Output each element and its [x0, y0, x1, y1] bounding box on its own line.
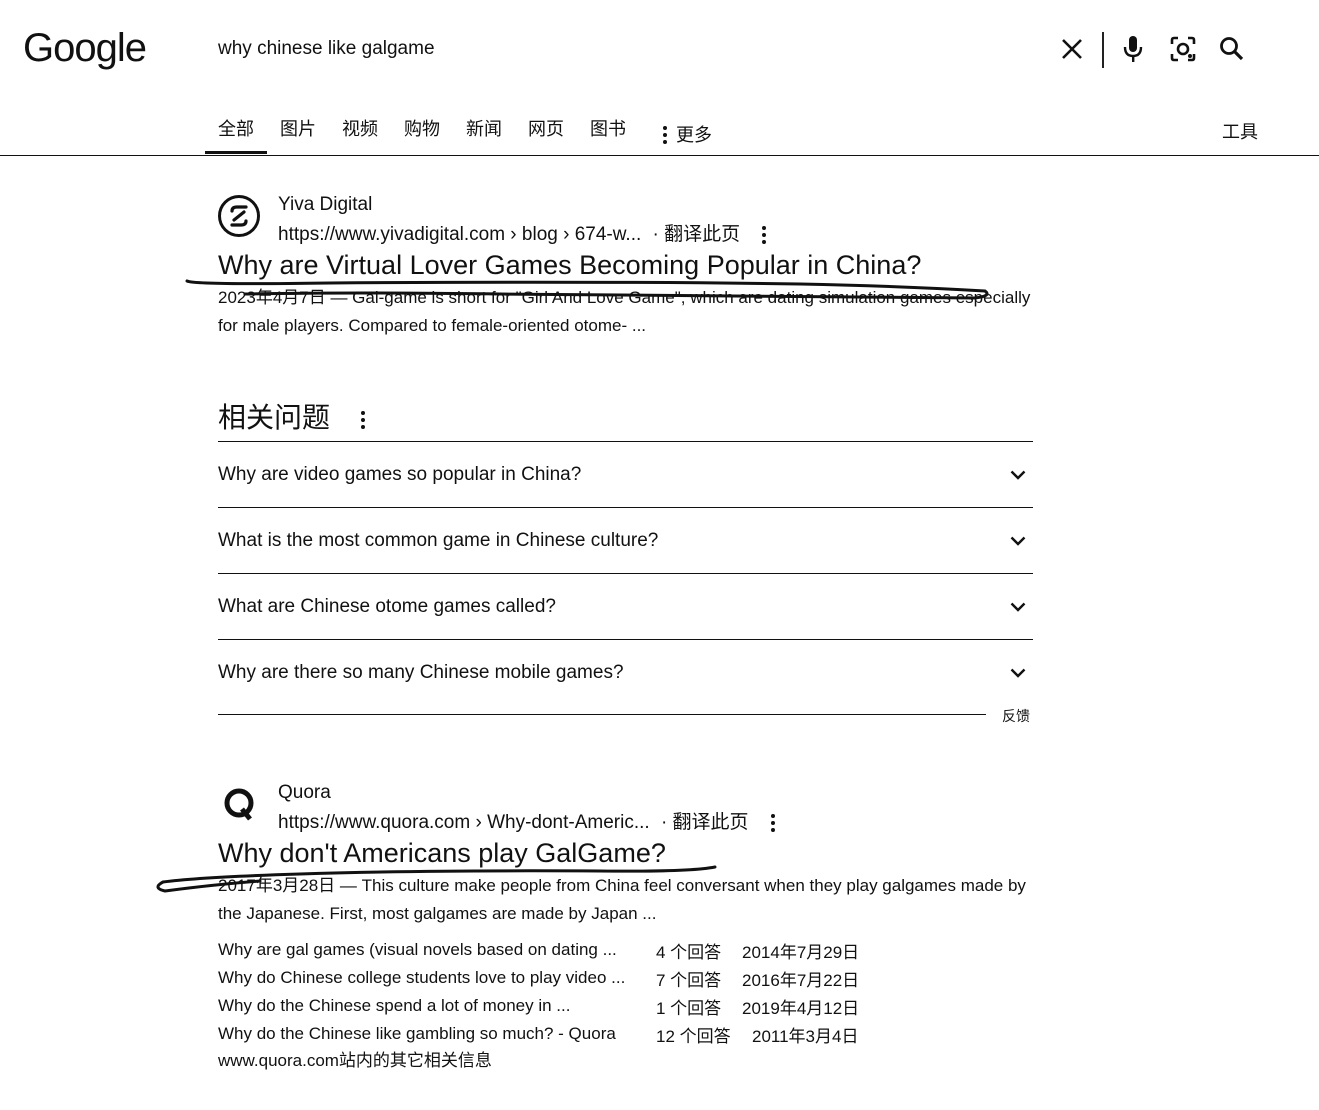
- sublink-answer-count: 1 个回答: [656, 998, 722, 1018]
- sublink-answer-count: 7 个回答: [656, 970, 722, 990]
- quora-favicon-icon[interactable]: [218, 783, 260, 825]
- search-icon[interactable]: [1217, 34, 1247, 64]
- question-text: What is the most common game in Chinese …: [218, 529, 659, 551]
- feedback-divider: [218, 714, 986, 715]
- related-questions-label: 相关问题: [218, 402, 331, 433]
- sublink-date: 2019年4月12日: [742, 998, 860, 1018]
- related-question[interactable]: What are Chinese otome games called?: [218, 573, 1033, 639]
- related-question[interactable]: Why are there so many Chinese mobile gam…: [218, 639, 1033, 705]
- lens-icon[interactable]: [1168, 34, 1198, 64]
- search-input[interactable]: why chinese like galgame: [218, 38, 435, 60]
- result-title[interactable]: Why don't Americans play GalGame?: [218, 838, 666, 869]
- yiva-favicon-icon[interactable]: [218, 195, 260, 237]
- sublink-row: Why are gal games (visual novels based o…: [218, 936, 859, 964]
- tab-web[interactable]: 网页: [515, 116, 577, 154]
- chevron-down-icon[interactable]: [1003, 602, 1033, 612]
- related-question[interactable]: Why are video games so popular in China?: [218, 441, 1033, 507]
- tab-more-label: 更多: [676, 125, 712, 145]
- sublink-question[interactable]: Why do Chinese college students love to …: [218, 968, 656, 988]
- sublink-date: 2014年7月29日: [742, 942, 860, 962]
- mic-icon[interactable]: [1118, 34, 1148, 64]
- sublink-question[interactable]: Why are gal games (visual novels based o…: [218, 940, 656, 960]
- result-url-text[interactable]: https://www.yivadigital.com › blog › 674…: [278, 224, 641, 245]
- chevron-down-icon[interactable]: [1003, 668, 1033, 678]
- tab-images[interactable]: 图片: [267, 116, 329, 154]
- question-text: What are Chinese otome games called?: [218, 595, 556, 617]
- result-title[interactable]: Why are Virtual Lover Games Becoming Pop…: [218, 250, 921, 281]
- result-options-icon[interactable]: [768, 813, 778, 832]
- tab-shopping[interactable]: 购物: [391, 116, 453, 154]
- sublink-question[interactable]: Why do the Chinese like gambling so much…: [218, 1024, 656, 1044]
- result-options-icon[interactable]: [759, 225, 769, 244]
- result-url[interactable]: https://www.quora.com › Why-dont-Americ.…: [278, 807, 778, 834]
- close-icon[interactable]: [1057, 34, 1087, 64]
- more-results-link[interactable]: www.quora.com站内的其它相关信息: [218, 1046, 492, 1071]
- result-url-text[interactable]: https://www.quora.com › Why-dont-Americ.…: [278, 812, 650, 833]
- tools-button[interactable]: 工具: [1222, 118, 1258, 144]
- search-tabs: 全部 图片 视频 购物 新闻 网页 图书 更多: [205, 116, 725, 154]
- result-url[interactable]: https://www.yivadigital.com › blog › 674…: [278, 219, 769, 246]
- sublink-row: Why do the Chinese spend a lot of money …: [218, 992, 859, 1020]
- translate-link[interactable]: · 翻译此页: [661, 812, 749, 833]
- more-vert-icon: [660, 126, 670, 144]
- result-snippet: 2017年3月28日 — This culture make people fr…: [218, 876, 1026, 923]
- related-questions-list: Why are video games so popular in China?…: [218, 441, 1033, 705]
- tab-videos[interactable]: 视频: [329, 116, 391, 154]
- chevron-down-icon[interactable]: [1003, 470, 1033, 480]
- sublink-row: Why do the Chinese like gambling so much…: [218, 1020, 859, 1048]
- sublink-date: 2016年7月22日: [742, 970, 860, 990]
- tab-more[interactable]: 更多: [647, 116, 725, 154]
- related-questions-title: 相关问题: [218, 396, 368, 436]
- search-divider: [1102, 32, 1104, 68]
- question-text: Why are video games so popular in China?: [218, 463, 582, 485]
- sublink-date: 2011年3月4日: [752, 1026, 859, 1046]
- feedback-link[interactable]: 反馈: [1002, 706, 1030, 726]
- result-site-name[interactable]: Yiva Digital: [278, 194, 372, 216]
- result-snippet: 2023年4月7日 — Gal-game is short for "Girl …: [218, 288, 1031, 335]
- related-questions-options-icon[interactable]: [358, 410, 368, 429]
- tab-all[interactable]: 全部: [205, 116, 267, 154]
- related-question[interactable]: What is the most common game in Chinese …: [218, 507, 1033, 573]
- sublink-answer-count: 4 个回答: [656, 942, 722, 962]
- sublink-question[interactable]: Why do the Chinese spend a lot of money …: [218, 996, 656, 1016]
- quora-sublinks: Why are gal games (visual novels based o…: [218, 936, 859, 1048]
- header-divider: [0, 155, 1319, 156]
- tab-books[interactable]: 图书: [577, 116, 639, 154]
- result-site-name[interactable]: Quora: [278, 782, 331, 804]
- question-text: Why are there so many Chinese mobile gam…: [218, 661, 624, 683]
- google-logo[interactable]: Google: [23, 26, 147, 71]
- translate-link[interactable]: · 翻译此页: [653, 224, 741, 245]
- chevron-down-icon[interactable]: [1003, 536, 1033, 546]
- sublink-answer-count: 12 个回答: [656, 1026, 731, 1046]
- sublink-row: Why do Chinese college students love to …: [218, 964, 859, 992]
- tab-news[interactable]: 新闻: [453, 116, 515, 154]
